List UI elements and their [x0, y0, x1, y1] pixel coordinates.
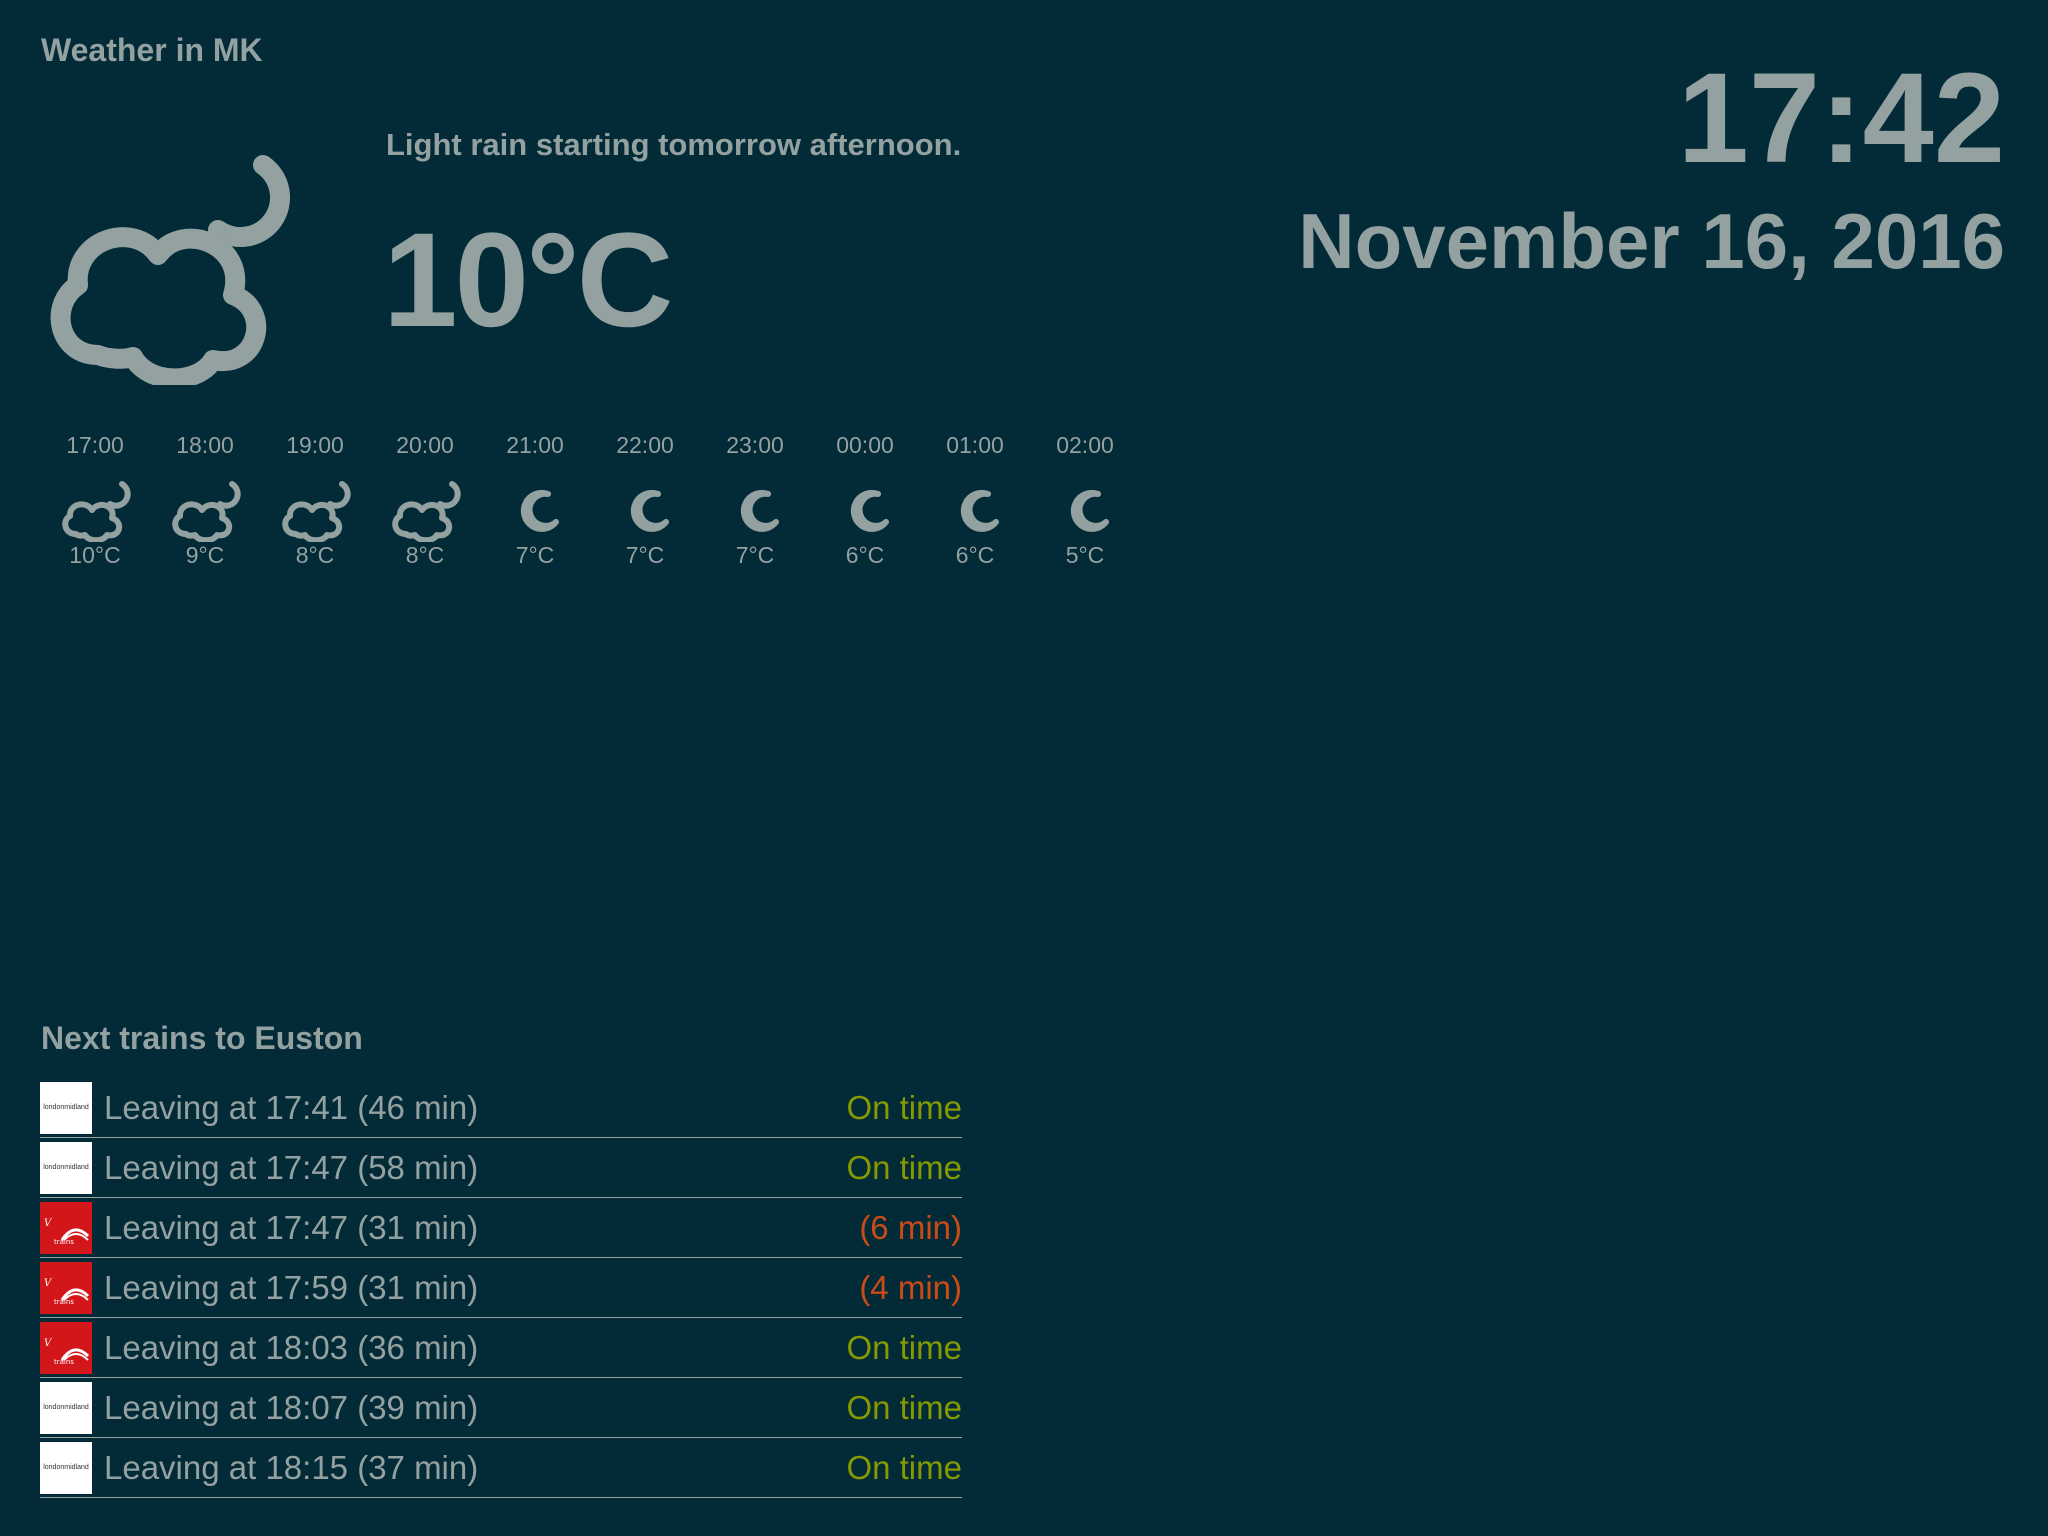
hour-time: 17:00: [66, 432, 124, 458]
hour-temperature: 10°C: [69, 542, 121, 568]
svg-text:V: V: [44, 1278, 53, 1289]
partly-cloudy-night-icon: [172, 481, 241, 542]
hour-time: 20:00: [396, 432, 454, 458]
hour-temperature: 9°C: [185, 542, 225, 568]
hourly-forecast-item: 02:00 5°C: [1030, 430, 1140, 570]
trains-title: Next trains to Euston: [41, 1020, 363, 1056]
train-departure: Leaving at 18:15 (37 min): [104, 1448, 479, 1486]
train-row: Vtrains Leaving at 17:59 (31 min) (4 min): [40, 1258, 962, 1318]
moon-icon: [520, 489, 559, 532]
moon-icon: [960, 489, 999, 532]
hour-temperature: 8°C: [405, 542, 445, 568]
hour-temperature: 7°C: [735, 542, 775, 568]
hour-time: 21:00: [506, 432, 564, 458]
train-departure: Leaving at 17:41 (46 min): [104, 1088, 479, 1126]
hour-time: 01:00: [946, 432, 1004, 458]
weather-title: Weather in MK: [41, 32, 263, 68]
hour-temperature: 6°C: [955, 542, 995, 568]
london-midland-logo: londonmidland: [40, 1381, 92, 1434]
moon-icon: [850, 489, 889, 532]
hour-time: 18:00: [176, 432, 234, 458]
train-row: londonmidland Leaving at 17:47 (58 min) On…: [40, 1138, 962, 1198]
current-temperature: 10°C: [383, 206, 673, 355]
train-departure: Leaving at 18:07 (39 min): [104, 1388, 479, 1426]
train-list: londonmidland Leaving at 17:41 (46 min) On…: [40, 1078, 962, 1498]
moon-icon: [1070, 489, 1109, 532]
hour-temperature: 8°C: [295, 542, 335, 568]
svg-text:V: V: [44, 1218, 53, 1229]
hour-temperature: 6°C: [845, 542, 885, 568]
clock-date: November 16, 2016: [1298, 197, 2005, 285]
hourly-forecast-item: 22:00 7°C: [590, 430, 700, 570]
partly-cloudy-night-icon: [62, 481, 131, 542]
hourly-forecast-item: 20:00 8°C: [370, 430, 480, 570]
svg-text:trains: trains: [54, 1238, 74, 1246]
train-departure: Leaving at 17:59 (31 min): [104, 1268, 479, 1306]
hour-temperature: 5°C: [1065, 542, 1105, 568]
hourly-forecast: 17:00 10°C 18:00 9°C 19:00 8°C 20:00 8°C 21:00 7°…: [40, 430, 1140, 570]
london-midland-logo: londonmidland: [40, 1441, 92, 1494]
train-on-time-status: On time: [846, 1088, 962, 1126]
svg-text:trains: trains: [54, 1358, 74, 1366]
virgin-trains-logo: Vtrains: [40, 1321, 92, 1374]
hour-time: 23:00: [726, 432, 784, 458]
hourly-forecast-item: 19:00 8°C: [260, 430, 370, 570]
train-delay-status: (4 min): [859, 1268, 962, 1306]
hourly-forecast-item: 01:00 6°C: [920, 430, 1030, 570]
partly-cloudy-night-icon: [392, 481, 461, 542]
virgin-trains-logo: Vtrains: [40, 1261, 92, 1314]
train-row: londonmidland Leaving at 18:15 (37 min) On…: [40, 1438, 962, 1498]
train-departure: Leaving at 17:47 (31 min): [104, 1208, 479, 1246]
train-delay-status: (6 min): [859, 1208, 962, 1246]
moon-icon: [740, 489, 779, 532]
hourly-forecast-item: 18:00 9°C: [150, 430, 260, 570]
london-midland-logo: londonmidland: [40, 1141, 92, 1194]
hour-time: 22:00: [616, 432, 674, 458]
train-row: Vtrains Leaving at 17:47 (31 min) (6 min): [40, 1198, 962, 1258]
hour-time: 02:00: [1056, 432, 1114, 458]
london-midland-logo: londonmidland: [40, 1081, 92, 1134]
train-row: Vtrains Leaving at 18:03 (36 min) On time: [40, 1318, 962, 1378]
train-on-time-status: On time: [846, 1388, 962, 1426]
svg-text:V: V: [44, 1338, 53, 1349]
partly-cloudy-night-icon: [282, 481, 351, 542]
hour-temperature: 7°C: [625, 542, 665, 568]
train-on-time-status: On time: [846, 1328, 962, 1366]
train-departure: Leaving at 17:47 (58 min): [104, 1148, 479, 1186]
hourly-forecast-item: 17:00 10°C: [40, 430, 150, 570]
partly-cloudy-night-icon: [50, 155, 290, 385]
hour-time: 19:00: [286, 432, 344, 458]
svg-text:trains: trains: [54, 1298, 74, 1306]
hourly-forecast-item: 23:00 7°C: [700, 430, 810, 570]
train-row: londonmidland Leaving at 17:41 (46 min) On…: [40, 1078, 962, 1138]
train-on-time-status: On time: [846, 1148, 962, 1186]
moon-icon: [630, 489, 669, 532]
train-row: londonmidland Leaving at 18:07 (39 min) On…: [40, 1378, 962, 1438]
virgin-trains-logo: Vtrains: [40, 1201, 92, 1254]
train-on-time-status: On time: [846, 1448, 962, 1486]
hourly-forecast-item: 00:00 6°C: [810, 430, 920, 570]
train-departure: Leaving at 18:03 (36 min): [104, 1328, 479, 1366]
hour-temperature: 7°C: [515, 542, 555, 568]
clock-time: 17:42: [1677, 47, 2005, 190]
hourly-forecast-item: 21:00 7°C: [480, 430, 590, 570]
weather-summary: Light rain starting tomorrow afternoon.: [386, 127, 962, 162]
hour-time: 00:00: [836, 432, 894, 458]
